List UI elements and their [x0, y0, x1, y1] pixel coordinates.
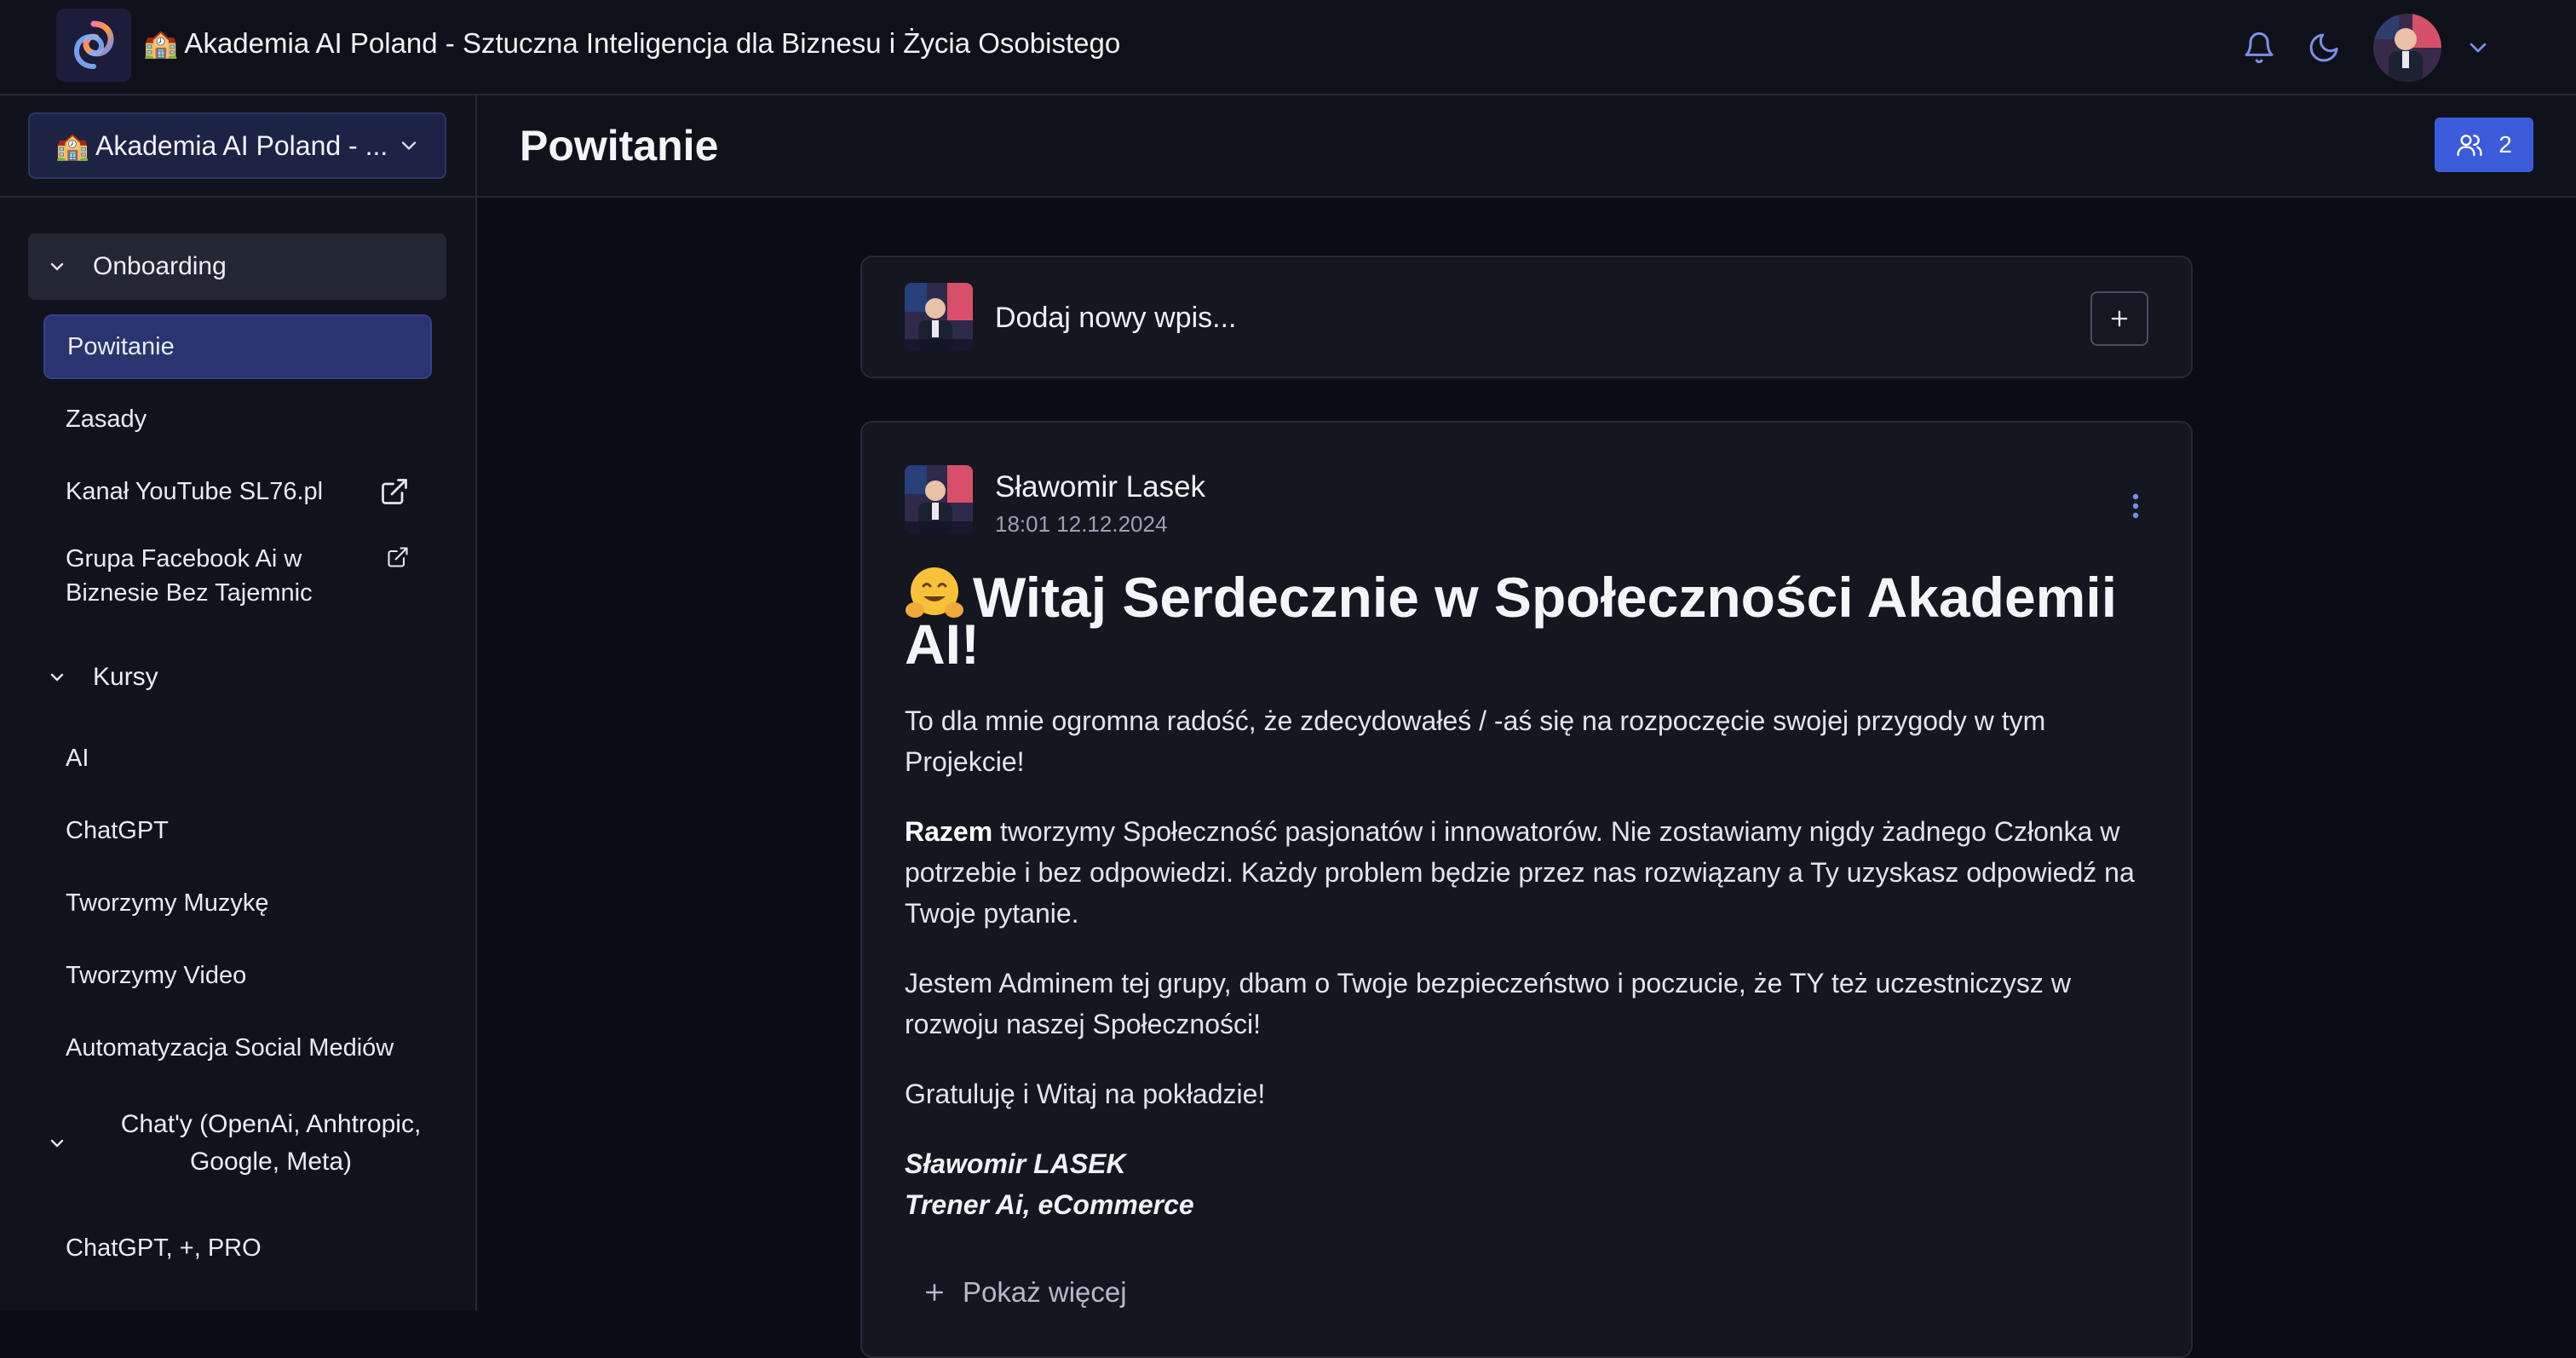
- chevron-down-icon: [2470, 43, 2487, 53]
- show-more-button[interactable]: Pokaż więcej: [922, 1276, 1127, 1309]
- post-body: Witaj Serdecznie w Społeczności Akademii…: [905, 566, 2157, 1225]
- sidebar-item-label: Zasady: [66, 406, 147, 433]
- chevron-down-icon: [401, 141, 417, 150]
- author-avatar[interactable]: [905, 465, 973, 533]
- app-logo[interactable]: [56, 9, 131, 82]
- users-icon: [2457, 135, 2482, 157]
- more-vertical-icon: [2132, 493, 2139, 519]
- post-heading: Witaj Serdecznie w Społeczności Akademii…: [905, 566, 2157, 672]
- avatar: [905, 283, 973, 351]
- post-paragraph: Jestem Adminem tej grupy, dbam o Twoje b…: [905, 968, 2071, 1039]
- sidebar-item-label: Kanał YouTube SL76.pl: [66, 478, 324, 505]
- theme-toggle-button[interactable]: [2300, 24, 2348, 72]
- new-post-placeholder: Dodaj nowy wpis...: [995, 302, 1237, 334]
- post-paragraph: Gratuluję i Witaj na pokładzie!: [905, 1079, 1266, 1109]
- external-link-icon: [388, 547, 408, 567]
- members-button[interactable]: 2: [2435, 118, 2533, 172]
- post-author[interactable]: Sławomir Lasek: [995, 470, 1205, 504]
- post-bold-text: Razem: [905, 816, 993, 847]
- section-label: Onboarding: [93, 252, 227, 280]
- sidebar-item-label: Automatyzacja Social Mediów: [66, 1034, 394, 1062]
- post-paragraph-text: tworzymy Społeczność pasjonatów i innowa…: [905, 816, 2135, 929]
- plus-icon: [2111, 310, 2128, 327]
- community-select-label: 🏫 Akademia AI Poland - ...: [55, 130, 388, 161]
- moon-icon: [2309, 33, 2338, 62]
- new-post-composer[interactable]: Dodaj nowy wpis...: [860, 256, 2193, 378]
- sidebar-item-social-media[interactable]: Automatyzacja Social Mediów: [43, 1016, 432, 1080]
- post-card: Sławomir Lasek 18:01 12.12.2024 Witaj Se…: [860, 421, 2193, 1358]
- post-signature-name: Sławomir LASEK: [905, 1148, 1126, 1179]
- community-select[interactable]: 🏫 Akademia AI Poland - ...: [28, 112, 446, 179]
- add-post-button[interactable]: [2090, 291, 2148, 346]
- sidebar-item-chatgpt[interactable]: ChatGPT: [43, 798, 432, 863]
- post-signature-title: Trener Ai, eCommerce: [905, 1189, 1194, 1220]
- post-heading-text: Witaj Serdecznie w Społeczności Akademii…: [905, 566, 2118, 676]
- section-label: Chat'y (OpenAi, Anhtropic, Google, Meta): [120, 1110, 422, 1176]
- sidebar: 🏫 Akademia AI Poland - ... Onboarding Po…: [0, 95, 477, 1310]
- section-chaty[interactable]: Chat'y (OpenAi, Anhtropic, Google, Meta): [28, 1101, 446, 1186]
- user-avatar[interactable]: [2373, 14, 2441, 82]
- sidebar-item-label: AI: [66, 745, 89, 772]
- show-more-label: Pokaż więcej: [963, 1276, 1127, 1308]
- sidebar-item-chatgpt-pro[interactable]: ChatGPT, +, PRO: [43, 1216, 432, 1280]
- sidebar-item-label: ChatGPT, +, PRO: [66, 1234, 262, 1262]
- sidebar-divider: [0, 196, 475, 198]
- post-menu-button[interactable]: [2123, 487, 2148, 525]
- post-paragraph: Razem tworzymy Społeczność pasjonatów i …: [905, 811, 2157, 934]
- plus-icon: [926, 1284, 943, 1301]
- sidebar-item-muzyka[interactable]: Tworzymy Muzykę: [43, 871, 432, 935]
- app-title: 🏫 Akademia AI Poland - Sztuczna Intelige…: [143, 27, 1121, 59]
- sidebar-item-video[interactable]: Tworzymy Video: [43, 943, 432, 1008]
- chevron-down-icon: [50, 262, 64, 271]
- bell-icon: [2245, 32, 2274, 64]
- sidebar-item-powitanie[interactable]: Powitanie: [43, 314, 432, 379]
- top-bar: 🏫 Akademia AI Poland - Sztuczna Intelige…: [0, 0, 2576, 95]
- sidebar-item-label: Powitanie: [67, 333, 175, 360]
- section-label: Kursy: [93, 663, 158, 691]
- sidebar-item-label: Tworzymy Muzykę: [66, 889, 269, 917]
- chevron-down-icon: [50, 1139, 64, 1148]
- sidebar-item-zasady[interactable]: Zasady: [43, 387, 432, 452]
- notifications-button[interactable]: [2235, 24, 2283, 72]
- chevron-down-icon: [50, 673, 64, 682]
- sidebar-item-facebook-group[interactable]: Grupa Facebook Ai w Biznesie Bez Tajemni…: [43, 532, 432, 617]
- post-paragraph: To dla mnie ogromna radość, że zdecydowa…: [905, 705, 2046, 777]
- sidebar-item-youtube[interactable]: Kanał YouTube SL76.pl: [43, 459, 432, 524]
- sidebar-item-label: ChatGPT: [66, 817, 169, 844]
- sidebar-item-label: Tworzymy Video: [66, 962, 247, 989]
- members-count: 2: [2498, 131, 2512, 158]
- section-onboarding[interactable]: Onboarding: [28, 233, 446, 300]
- page-header: Powitanie 2: [477, 95, 2576, 198]
- sidebar-item-ai[interactable]: AI: [43, 726, 432, 791]
- sidebar-item-label: Grupa Facebook Ai w Biznesie Bez Tajemni…: [66, 545, 313, 607]
- external-link-icon: [382, 479, 407, 504]
- section-kursy[interactable]: Kursy: [28, 644, 446, 711]
- user-menu-button[interactable]: [2457, 26, 2499, 69]
- post-timestamp: 18:01 12.12.2024: [995, 511, 1168, 537]
- page-title: Powitanie: [520, 122, 719, 170]
